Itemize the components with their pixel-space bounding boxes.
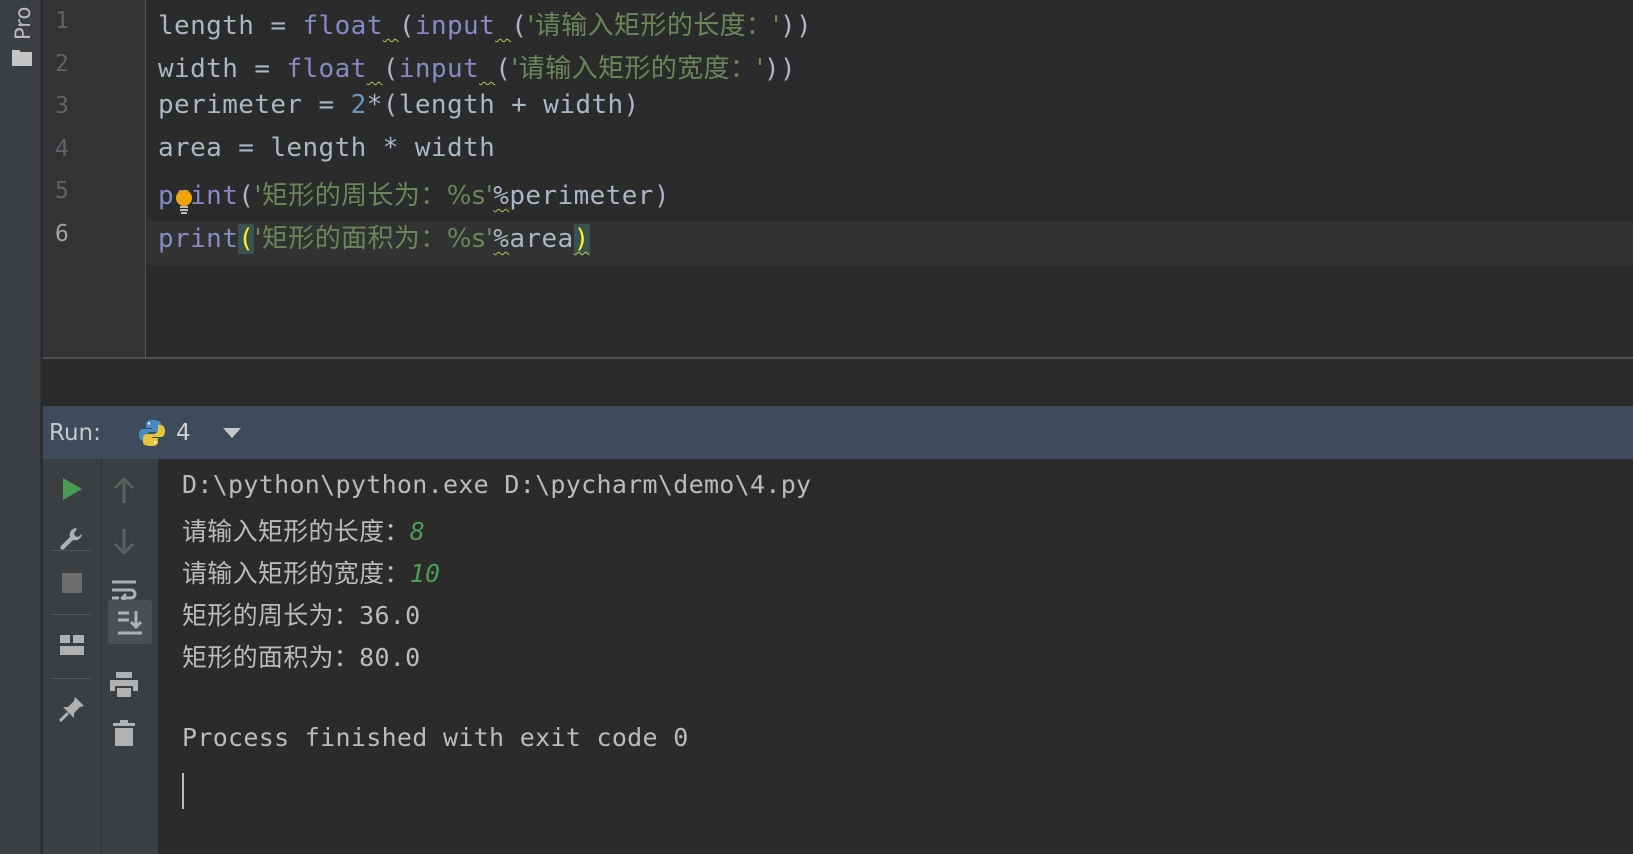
code-token: ( [382, 54, 399, 84]
code-token: input [414, 11, 496, 41]
scroll-to-end-button[interactable] [108, 600, 152, 644]
code-line-2[interactable]: width = float (input ('请输入矩形的宽度：')) [158, 48, 796, 85]
code-token: '矩形的面积为：%s' [254, 224, 494, 254]
code-token: ( [238, 224, 255, 254]
perimeter-value: 36.0 [359, 601, 421, 630]
arrow-up-icon [114, 478, 134, 503]
console-exit-message: Process finished with exit code 0 [182, 723, 689, 752]
code-line-4[interactable]: area = length * width [158, 133, 495, 163]
trash-icon [113, 720, 135, 746]
edit-config-button[interactable] [52, 519, 92, 559]
run-tab-name: 4 [176, 420, 191, 446]
python-icon [139, 420, 165, 446]
code-token: perimeter = [158, 90, 351, 120]
code-token: % [493, 181, 510, 211]
left-tool-strip: Pro [0, 0, 41, 854]
code-token: float [286, 54, 367, 84]
stop-icon [62, 573, 82, 593]
print-icon [110, 672, 138, 698]
code-line-1[interactable]: length = float (input ('请输入矩形的长度：')) [158, 5, 812, 42]
project-tab-label: Pro [11, 6, 35, 40]
line-number: 5 [55, 178, 69, 204]
code-line-6[interactable]: print('矩形的面积为：%s'%area) [158, 218, 590, 255]
line-number-current: 6 [55, 221, 69, 247]
console-output[interactable]: D:\python\python.exe D:\pycharm\demo\4.p… [158, 459, 1633, 854]
code-token: area = length * width [158, 133, 496, 163]
code-editor[interactable]: 1 2 3 4 5 6 length = float (input ('请输入矩… [43, 0, 1633, 357]
layout-icon [60, 635, 84, 655]
code-token: area [509, 224, 574, 254]
rerun-button[interactable] [52, 469, 92, 509]
code-token: *(length + width) [366, 90, 640, 120]
stop-button[interactable] [52, 563, 92, 603]
code-token: print [158, 181, 239, 211]
run-label: Run: [49, 420, 101, 446]
line-number: 1 [55, 8, 69, 34]
code-token: ( [238, 181, 255, 211]
run-toolbar-secondary [102, 459, 158, 854]
code-token: '矩形的周长为：%s' [254, 181, 494, 211]
prompt-width: 请输入矩形的宽度： [182, 559, 410, 588]
clear-all-button[interactable] [104, 713, 144, 753]
code-token: '请输入矩形的长度：' [527, 11, 780, 41]
toolbar-separator [51, 550, 91, 551]
area-value: 80.0 [359, 643, 421, 672]
area-label: 矩形的面积为： [182, 643, 360, 672]
code-token: ) [573, 224, 590, 254]
code-token: input [398, 54, 480, 84]
console-line-length: 请输入矩形的长度：8 [182, 512, 425, 548]
code-token: '请输入矩形的宽度：' [511, 54, 764, 84]
code-token: )) [780, 11, 813, 41]
console-line-area: 矩形的面积为：80.0 [182, 638, 421, 674]
prompt-length: 请输入矩形的长度： [182, 517, 410, 546]
arrow-down-icon [114, 529, 134, 554]
console-command: D:\python\python.exe D:\pycharm\demo\4.p… [182, 470, 812, 499]
code-token: 2 [350, 90, 367, 120]
restore-layout-button[interactable] [52, 625, 92, 665]
code-token: )) [763, 54, 797, 84]
toolbar-separator [51, 614, 91, 615]
perimeter-label: 矩形的周长为： [182, 601, 360, 630]
run-icon [63, 478, 82, 500]
run-tool-window-header: Run: 4 [43, 406, 1633, 459]
line-number: 2 [55, 51, 69, 77]
pin-tab-button[interactable] [52, 689, 92, 729]
line-number-gutter: 1 2 3 4 5 6 [43, 0, 146, 357]
wrench-icon [60, 528, 82, 550]
previous-occurrence-button[interactable] [104, 471, 144, 511]
input-width: 10 [409, 559, 441, 588]
input-length: 8 [409, 517, 426, 546]
next-occurrence-button[interactable] [104, 521, 144, 561]
run-config-tab[interactable]: 4 [138, 416, 191, 450]
scroll-to-end-icon [118, 611, 143, 635]
console-line-perimeter: 矩形的周长为：36.0 [182, 596, 421, 632]
intention-bulb-icon[interactable] [175, 190, 193, 216]
toolbar-separator [51, 678, 91, 679]
code-token: % [493, 224, 510, 254]
line-number: 4 [55, 136, 69, 162]
code-token: perimeter) [509, 181, 670, 211]
pin-icon [59, 697, 84, 722]
code-token: ( [398, 11, 415, 41]
console-caret [182, 773, 184, 809]
console-line-width: 请输入矩形的宽度：10 [182, 554, 440, 590]
line-number: 3 [55, 93, 69, 119]
editor-bottom-area [43, 359, 1633, 406]
print-button[interactable] [104, 665, 144, 705]
chevron-down-icon[interactable] [223, 428, 241, 438]
code-token: float [302, 11, 383, 41]
code-token: ( [511, 11, 528, 41]
code-token: length = [158, 11, 303, 41]
run-toolbar-primary [43, 459, 102, 854]
code-token: print [158, 224, 239, 254]
code-token: ( [495, 54, 512, 84]
code-line-5[interactable]: print('矩形的周长为：%s'%perimeter) [158, 175, 670, 212]
folder-icon[interactable] [12, 48, 32, 66]
code-token: width = [158, 54, 287, 84]
code-line-3[interactable]: perimeter = 2*(length + width) [158, 90, 640, 120]
